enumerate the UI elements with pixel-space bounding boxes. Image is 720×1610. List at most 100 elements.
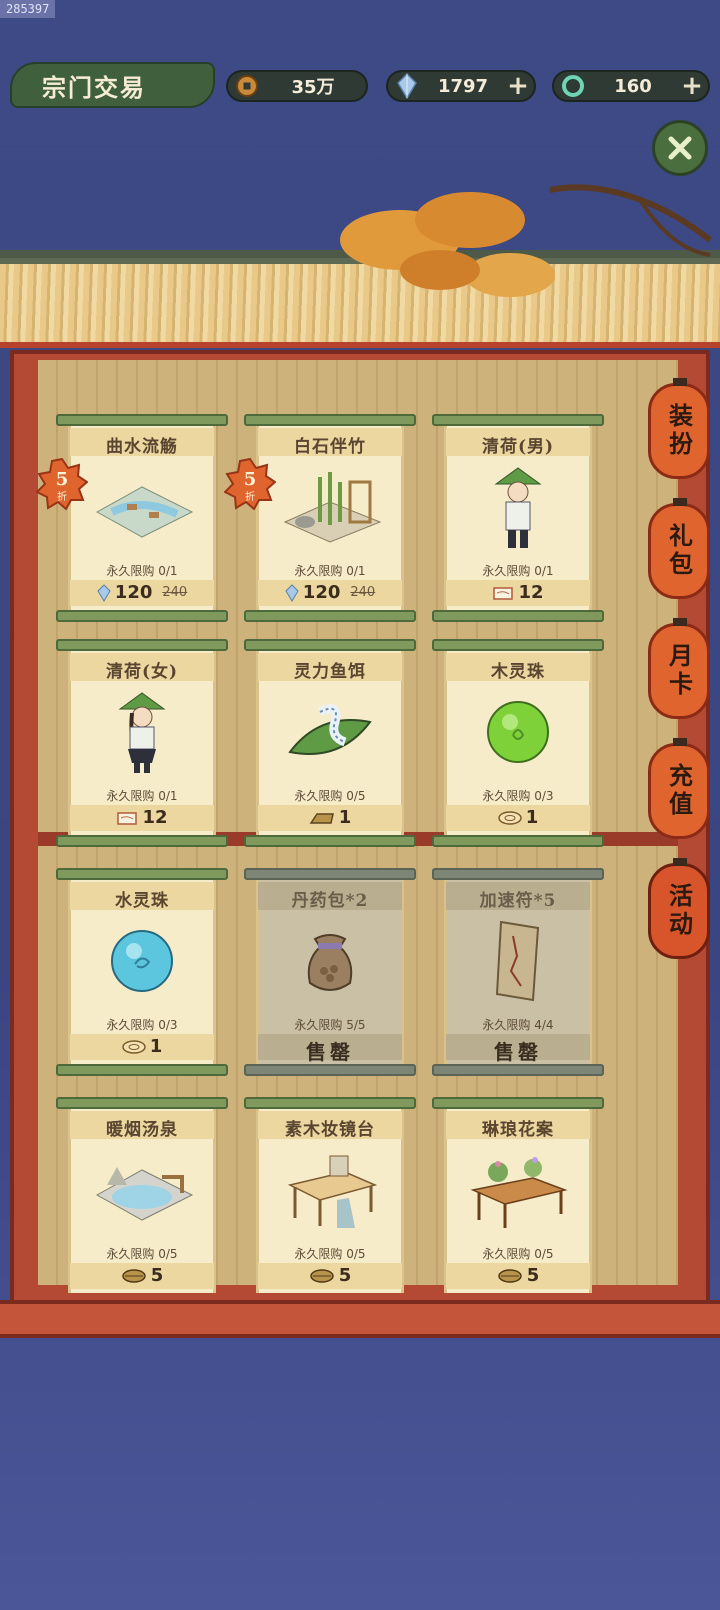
shop-item-card[interactable]: 琳琅花案 永久限购 0/5 5	[432, 1097, 604, 1295]
purchase-limit: 永久限购 0/5	[482, 1247, 554, 1261]
tab-event[interactable]: 活动	[648, 858, 710, 959]
tab-costume-label: 装扮	[664, 403, 694, 459]
leaf-token-icon	[309, 1268, 334, 1283]
scroll-top	[56, 868, 228, 880]
spirit-crystal-icon	[394, 73, 420, 99]
purchase-limit: 永久限购 0/5	[106, 1247, 178, 1261]
scroll-bottom	[56, 610, 228, 622]
scroll-top	[56, 414, 228, 426]
sold-out-label: 售罄	[438, 1036, 598, 1065]
close-button[interactable]	[652, 120, 708, 176]
tab-event-label: 活动	[664, 883, 694, 939]
shop-item-card[interactable]: 清荷(男) 永久限购 0/1 12	[432, 414, 604, 622]
item-name: 丹药包*2	[291, 891, 369, 911]
item-price: 12	[62, 807, 222, 828]
scroll-bottom	[244, 835, 416, 847]
purchase-limit: 永久限购 0/3	[482, 789, 554, 803]
talisman-scroll-icon	[458, 916, 578, 1006]
shop-item-card[interactable]: 白石伴竹 永久限购 0/1 120 240 5折	[224, 414, 416, 622]
scroll-top	[244, 868, 416, 880]
scroll-top	[56, 1097, 228, 1109]
shop-item-card[interactable]: 暖烟汤泉 永久限购 0/5 5	[56, 1097, 228, 1295]
purchase-limit: 永久限购 0/1	[294, 564, 366, 578]
discount-label: 折	[57, 490, 67, 503]
discount-label: 折	[245, 490, 255, 503]
item-name: 灵力鱼饵	[294, 662, 366, 682]
sold-out-text: 售罄	[494, 1040, 542, 1064]
purchase-limit: 永久限购 5/5	[294, 1018, 366, 1032]
dressing-table-icon	[270, 1145, 390, 1235]
purchase-limit: 永久限购 0/1	[106, 789, 178, 803]
male-costume-icon	[458, 462, 578, 552]
shop-item-card[interactable]: 曲水流觞 永久限购 0/1 120 240 5折	[36, 414, 228, 622]
item-price: 1	[438, 807, 598, 828]
scroll-bottom	[56, 1064, 228, 1076]
item-price: 1	[250, 807, 410, 828]
fish-bait-icon	[270, 687, 390, 777]
scroll-top	[244, 1097, 416, 1109]
item-name: 白石伴竹	[294, 437, 366, 457]
price-value: 120	[302, 582, 341, 603]
tab-gift-pack[interactable]: 礼包	[648, 498, 710, 599]
tab-recharge[interactable]: 充值	[648, 738, 710, 839]
purchase-limit: 永久限购 0/5	[294, 1247, 366, 1261]
hot-spring-icon	[82, 1145, 202, 1235]
tab-recharge-label: 充值	[664, 763, 694, 819]
tab-costume[interactable]: 装扮	[648, 378, 710, 479]
purchase-limit: 永久限购 0/3	[106, 1018, 178, 1032]
coin-counter: 35万	[226, 70, 368, 102]
purchase-limit: 永久限购 0/1	[482, 564, 554, 578]
price-value: 1	[525, 807, 539, 828]
original-price: 240	[162, 585, 188, 600]
price-value: 120	[114, 582, 153, 603]
shop-item-card[interactable]: 木灵珠 永久限购 0/3 1	[432, 639, 604, 847]
scroll-bottom	[56, 835, 228, 847]
wood-spirit-orb-icon	[458, 687, 578, 777]
item-name: 琳琅花案	[482, 1120, 554, 1140]
flower-table-icon	[458, 1145, 578, 1235]
add-jade-button[interactable]: +	[680, 71, 704, 101]
item-price: 120 240	[250, 582, 410, 603]
purchase-limit: 永久限购 0/5	[294, 789, 366, 803]
bamboo-garden-icon	[270, 462, 390, 552]
discount-badge: 5折	[36, 458, 88, 510]
discount-badge: 5折	[224, 458, 276, 510]
item-price: 5	[250, 1265, 410, 1286]
add-gems-button[interactable]: +	[506, 71, 530, 101]
water-garden-icon	[82, 462, 202, 552]
shop-item-card[interactable]: 水灵珠 永久限购 0/3 1	[56, 868, 228, 1076]
price-value: 1	[149, 1036, 163, 1057]
tab-monthly-card[interactable]: 月卡	[648, 618, 710, 719]
jade-ring-icon	[560, 73, 586, 99]
shop-item-card[interactable]: 灵力鱼饵 永久限购 0/5 1	[244, 639, 416, 847]
page-title-text: 宗门交易	[42, 72, 146, 102]
item-price: 5	[438, 1265, 598, 1286]
scroll-top	[432, 868, 604, 880]
token-coin-icon	[121, 1039, 146, 1054]
shop-item-card-sold-out: 丹药包*2 永久限购 5/5 售罄	[244, 868, 416, 1076]
shop-item-card[interactable]: 清荷(女) 永久限购 0/1 12	[56, 639, 228, 847]
tab-gift-pack-label: 礼包	[664, 523, 694, 579]
scroll-top	[432, 1097, 604, 1109]
gem-value: 1797	[437, 75, 489, 97]
discount-value: 5	[56, 469, 69, 490]
scroll-top	[56, 639, 228, 651]
shop-item-card[interactable]: 素木妆镜台 永久限购 0/5 5	[244, 1097, 416, 1295]
sold-out-label: 售罄	[250, 1036, 410, 1065]
item-price: 120 240	[62, 582, 222, 603]
gold-bar-icon	[309, 812, 334, 824]
spirit-crystal-icon	[97, 583, 111, 602]
scroll-top	[244, 639, 416, 651]
item-price: 12	[438, 582, 598, 603]
jade-counter: 160 +	[552, 70, 710, 102]
item-name: 清荷(女)	[105, 662, 179, 682]
sold-out-text: 售罄	[306, 1040, 354, 1064]
item-name: 清荷(男)	[481, 437, 555, 457]
price-value: 5	[150, 1265, 164, 1286]
scroll-top	[432, 414, 604, 426]
leaf-token-icon	[121, 1268, 146, 1283]
scroll-bottom	[432, 610, 604, 622]
item-name: 木灵珠	[491, 662, 545, 682]
item-name: 水灵珠	[115, 891, 169, 911]
price-value: 12	[518, 582, 544, 603]
